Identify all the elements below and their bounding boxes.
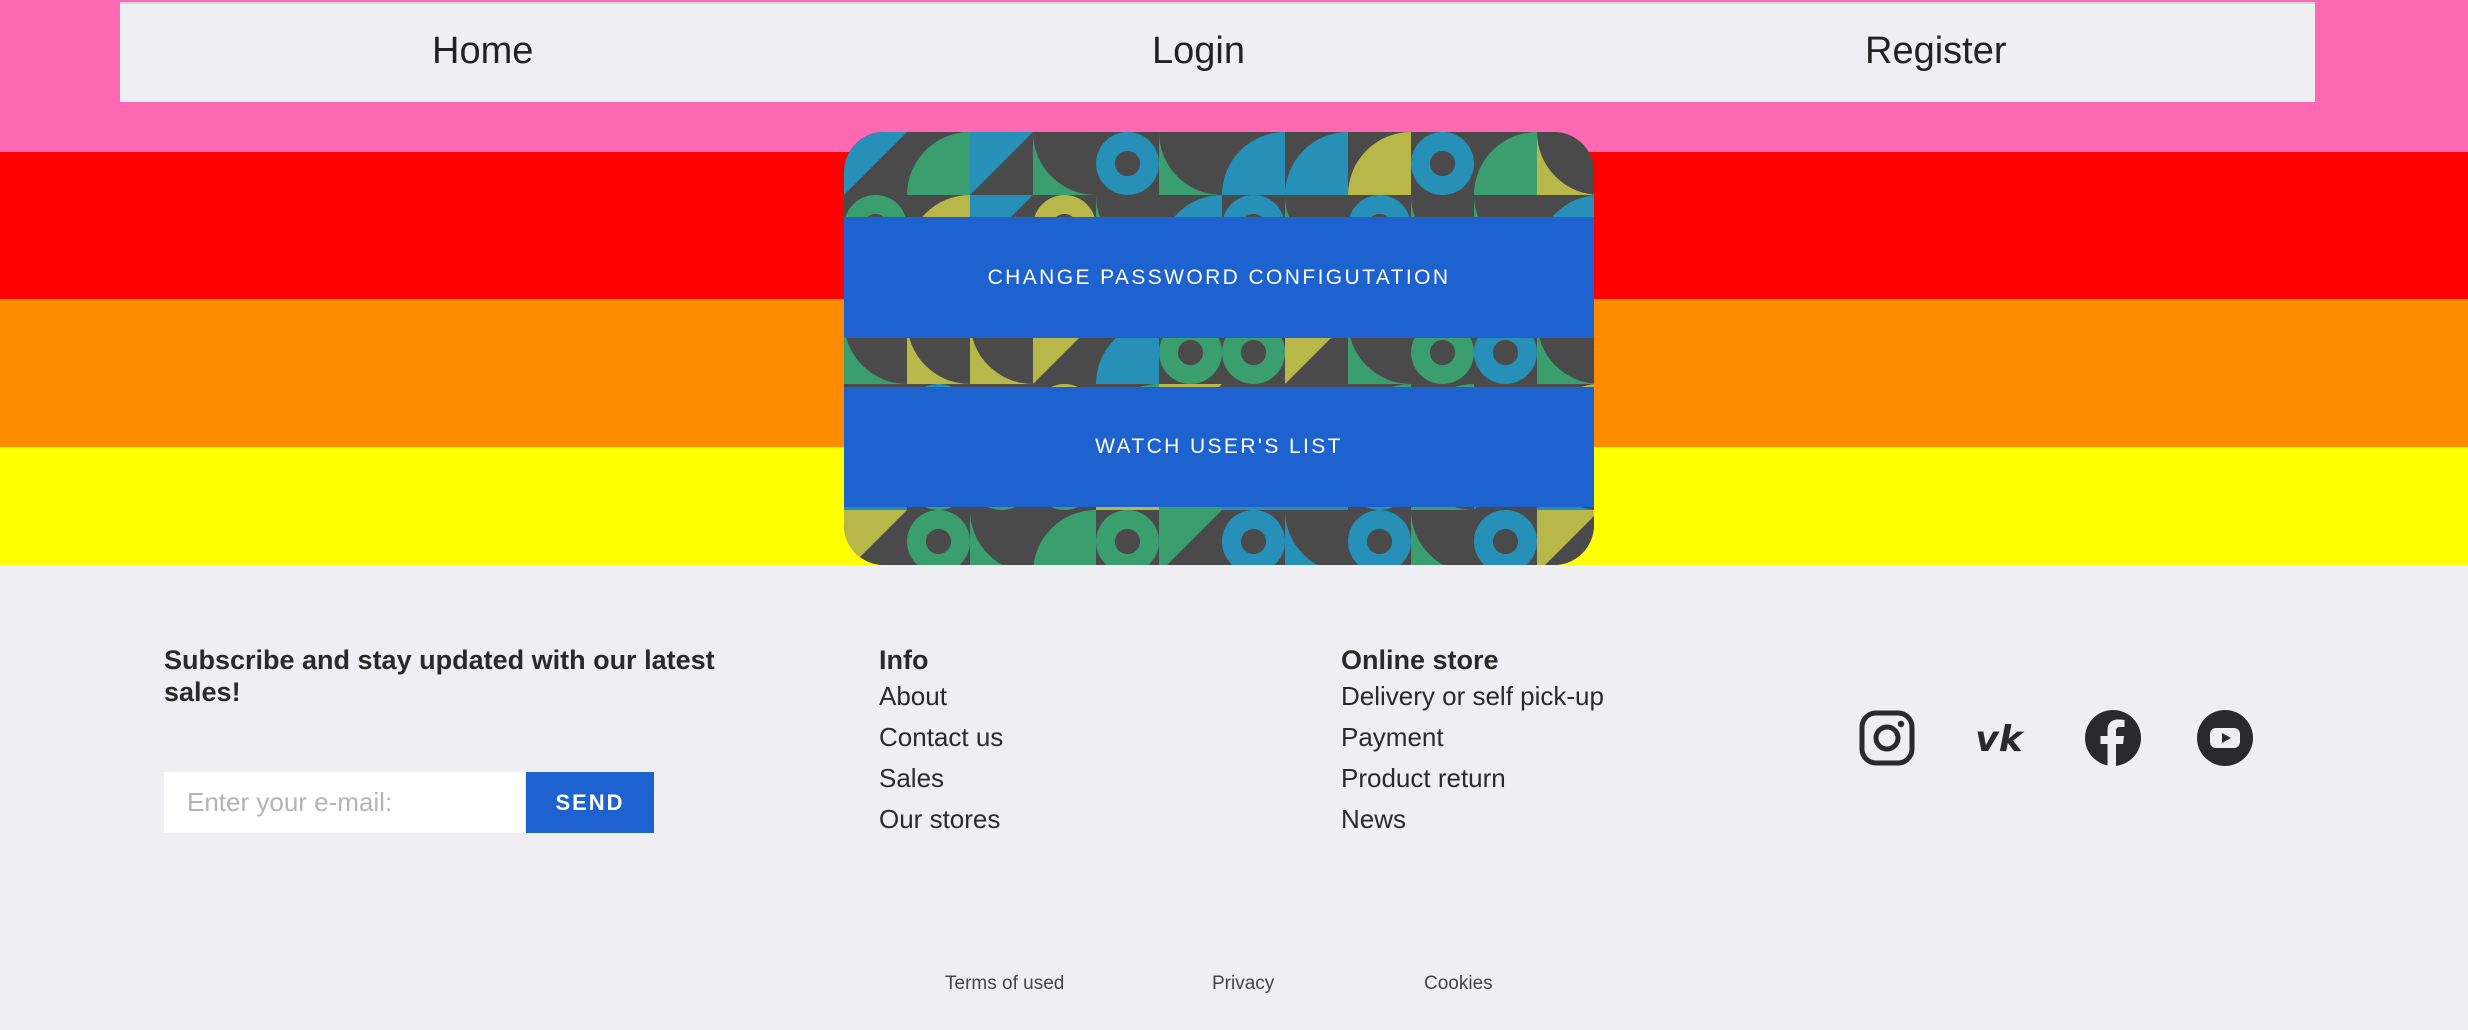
send-button[interactable]: SEND	[526, 772, 654, 833]
watch-users-list-button[interactable]: WATCH USER'S LIST	[844, 387, 1594, 507]
store-link-item[interactable]: Delivery or self pick-up	[1341, 676, 1604, 717]
privacy-link[interactable]: Privacy	[1212, 973, 1274, 995]
terms-link[interactable]: Terms of used	[945, 973, 1064, 995]
change-password-config-button[interactable]: CHANGE PASSWORD CONFIGUTATION	[844, 217, 1594, 338]
nav-home-link[interactable]: Home	[432, 30, 533, 73]
cookies-link[interactable]: Cookies	[1424, 973, 1493, 995]
delivery-link[interactable]: Delivery or self pick-up	[1341, 681, 1604, 711]
payment-link[interactable]: Payment	[1341, 722, 1444, 752]
top-navigation: Home Login Register	[120, 2, 2315, 102]
admin-actions-card: CHANGE PASSWORD CONFIGUTATION WATCH USER…	[844, 132, 1594, 565]
news-link[interactable]: News	[1341, 804, 1406, 834]
subscribe-heading: Subscribe and stay updated with our late…	[164, 645, 715, 707]
info-links-list: About Contact us Sales Our stores	[879, 676, 1003, 840]
store-link-item[interactable]: Product return	[1341, 758, 1604, 799]
store-link-item[interactable]: News	[1341, 799, 1604, 840]
svg-text:vk: vk	[1975, 719, 2024, 760]
contact-us-link[interactable]: Contact us	[879, 722, 1003, 752]
nav-register-link[interactable]: Register	[1865, 30, 2007, 73]
store-links-list: Delivery or self pick-up Payment Product…	[1341, 676, 1604, 840]
nav-login-link[interactable]: Login	[1152, 30, 1245, 73]
online-store-heading: Online store	[1341, 645, 1499, 675]
youtube-icon[interactable]	[2196, 709, 2254, 767]
product-return-link[interactable]: Product return	[1341, 763, 1506, 793]
info-link-item[interactable]: Sales	[879, 758, 1003, 799]
info-link-item[interactable]: About	[879, 676, 1003, 717]
sales-link[interactable]: Sales	[879, 763, 944, 793]
info-link-item[interactable]: Contact us	[879, 717, 1003, 758]
info-link-item[interactable]: Our stores	[879, 799, 1003, 840]
facebook-icon[interactable]	[2084, 709, 2142, 767]
our-stores-link[interactable]: Our stores	[879, 804, 1000, 834]
info-heading: Info	[879, 645, 929, 675]
store-link-item[interactable]: Payment	[1341, 717, 1604, 758]
instagram-icon[interactable]	[1858, 709, 1916, 767]
about-link[interactable]: About	[879, 681, 947, 711]
email-input[interactable]	[164, 772, 525, 833]
vk-icon[interactable]: vk	[1970, 709, 2028, 767]
